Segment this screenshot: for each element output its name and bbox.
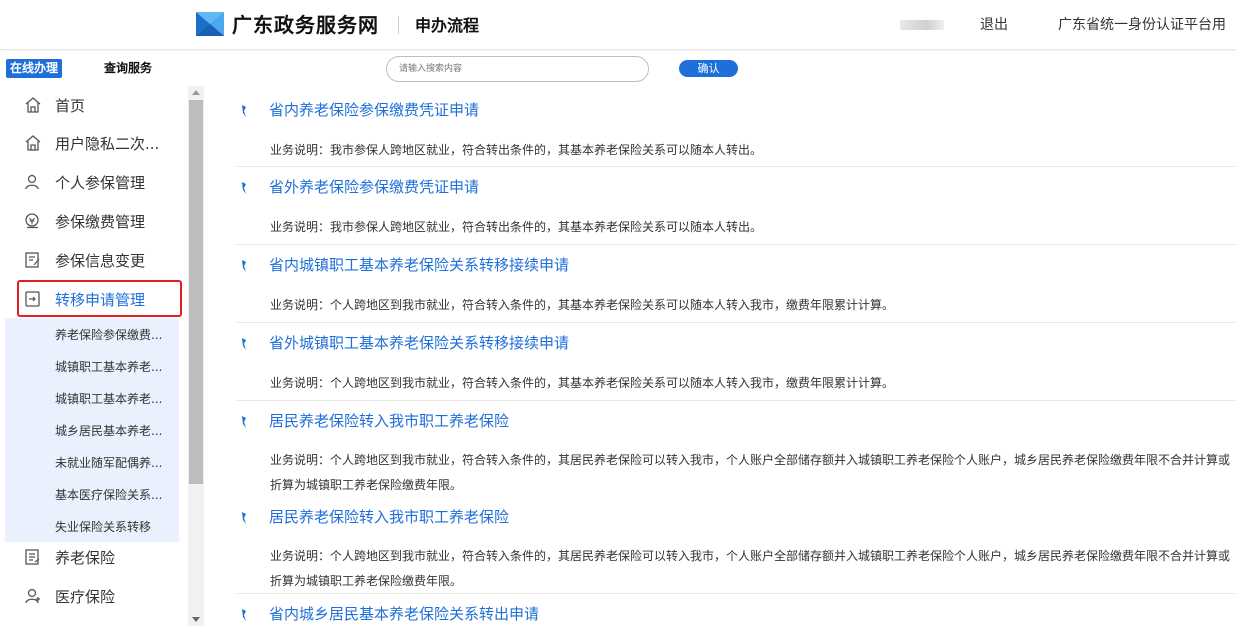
pin-icon	[242, 182, 246, 194]
service-description: 业务说明：个人跨地区到我市就业，符合转入条件的，其基本养老保险关系可以随本人转入…	[270, 298, 895, 312]
sidebar-item-info-change[interactable]: 参保信息变更	[5, 241, 185, 279]
pin-icon	[242, 338, 246, 350]
sidebar-item-pension[interactable]: 养老保险	[5, 538, 185, 576]
service-list: 省内养老保险参保缴费凭证申请 业务说明：我市参保人跨地区就业，符合转出条件的，其…	[236, 90, 1236, 626]
user-name-blurred	[900, 20, 944, 30]
submenu-item[interactable]: 城镇职工基本养老...	[55, 390, 179, 407]
service-description: 业务说明：个人跨地区到我市就业，符合转入条件的，其基本养老保险关系可以随本人转入…	[270, 376, 895, 390]
scrollbar-thumb[interactable]	[189, 100, 203, 484]
sidebar-item-label: 用户隐私二次...	[55, 134, 160, 153]
submenu-item[interactable]: 养老保险参保缴费...	[55, 326, 179, 343]
pin-icon	[242, 416, 246, 428]
divider	[236, 593, 1236, 594]
pin-icon	[242, 260, 246, 272]
service-description: 业务说明：我市参保人跨地区就业，符合转出条件的，其基本养老保险关系可以随本人转出…	[270, 143, 763, 157]
home-icon	[23, 133, 43, 153]
submenu-item[interactable]: 城镇职工基本养老...	[55, 358, 179, 375]
service-title-link[interactable]: 居民养老保险转入我市职工养老保险	[269, 506, 509, 528]
service-description: 业务说明：个人跨地区到我市就业，符合转入条件的，其居民养老保险可以转入我市，个人…	[270, 549, 1231, 588]
pin-icon	[242, 609, 246, 621]
submenu-item[interactable]: 未就业随军配偶养...	[55, 454, 179, 471]
submenu-item[interactable]: 基本医疗保险关系...	[55, 486, 179, 503]
divider	[236, 244, 1236, 245]
service-title-link[interactable]: 省外养老保险参保缴费凭证申请	[269, 176, 479, 198]
sidebar-scrollbar[interactable]	[188, 86, 204, 626]
divider	[236, 400, 1236, 401]
site-logo-icon	[196, 12, 224, 36]
transfer-submenu: 养老保险参保缴费... 城镇职工基本养老... 城镇职工基本养老... 城乡居民…	[5, 318, 179, 542]
service-description: 业务说明：我市参保人跨地区就业，符合转出条件的，其基本养老保险关系可以随本人转出…	[270, 220, 763, 234]
sidebar-item-label: 参保信息变更	[55, 251, 146, 270]
submenu-item[interactable]: 失业保险关系转移	[55, 518, 179, 535]
home-icon	[23, 95, 43, 115]
search-input[interactable]	[386, 56, 649, 82]
platform-link[interactable]: 广东省统一身份认证平台用	[1058, 15, 1226, 35]
divider	[236, 322, 1236, 323]
service-title-link[interactable]: 省内城乡居民基本养老保险关系转出申请	[269, 603, 539, 625]
sidebar-item-label: 参保缴费管理	[55, 212, 146, 231]
divider	[236, 166, 1236, 167]
title-divider	[398, 16, 399, 34]
logout-link[interactable]: 退出	[980, 15, 1008, 35]
service-description: 业务说明：个人跨地区到我市就业，符合转入条件的，其居民养老保险可以转入我市，个人…	[270, 453, 1231, 492]
sidebar-item-label: 首页	[55, 96, 86, 115]
site-title: 广东政务服务网	[232, 13, 379, 37]
sidebar-item-payment[interactable]: 参保缴费管理	[5, 202, 185, 240]
edit-icon	[23, 250, 43, 270]
scroll-up-arrow-icon[interactable]	[192, 90, 200, 95]
service-title-link[interactable]: 居民养老保险转入我市职工养老保险	[269, 410, 509, 432]
sidebar-menu: 首页 用户隐私二次... 个人参保管理 参保缴费管理 参保信息变更 转移申请管理…	[5, 86, 185, 626]
sidebar-item-label: 医疗保险	[55, 587, 116, 606]
payment-icon	[23, 211, 43, 231]
document-icon	[23, 547, 43, 567]
sidebar-item-privacy[interactable]: 用户隐私二次...	[5, 124, 185, 162]
service-title-link[interactable]: 省内养老保险参保缴费凭证申请	[269, 99, 479, 121]
medical-user-icon	[23, 586, 43, 606]
service-title-link[interactable]: 省外城镇职工基本养老保险关系转移接续申请	[269, 332, 569, 354]
scroll-down-arrow-icon[interactable]	[192, 617, 200, 622]
user-icon	[23, 172, 43, 192]
tab-online-service[interactable]: 在线办理	[6, 59, 63, 78]
service-title-link[interactable]: 省内城镇职工基本养老保险关系转移接续申请	[269, 254, 569, 276]
submenu-item[interactable]: 城乡居民基本养老...	[55, 422, 179, 439]
sidebar-item-label: 个人参保管理	[55, 173, 146, 192]
sidebar-item-home[interactable]: 首页	[5, 86, 185, 124]
pin-icon	[242, 105, 246, 117]
active-item-highlight	[17, 280, 182, 317]
sidebar-item-label: 养老保险	[55, 548, 116, 567]
confirm-button[interactable]: 确认	[679, 60, 738, 77]
top-header: 广东政务服务网 申办流程 退出 广东省统一身份认证平台用	[0, 0, 1236, 50]
sidebar-item-medical[interactable]: 医疗保险	[5, 577, 185, 615]
tab-query-service[interactable]: 查询服务	[104, 59, 152, 78]
pin-icon	[242, 512, 246, 524]
sidebar-item-personal-insurance[interactable]: 个人参保管理	[5, 163, 185, 201]
page-title: 申办流程	[415, 16, 480, 35]
